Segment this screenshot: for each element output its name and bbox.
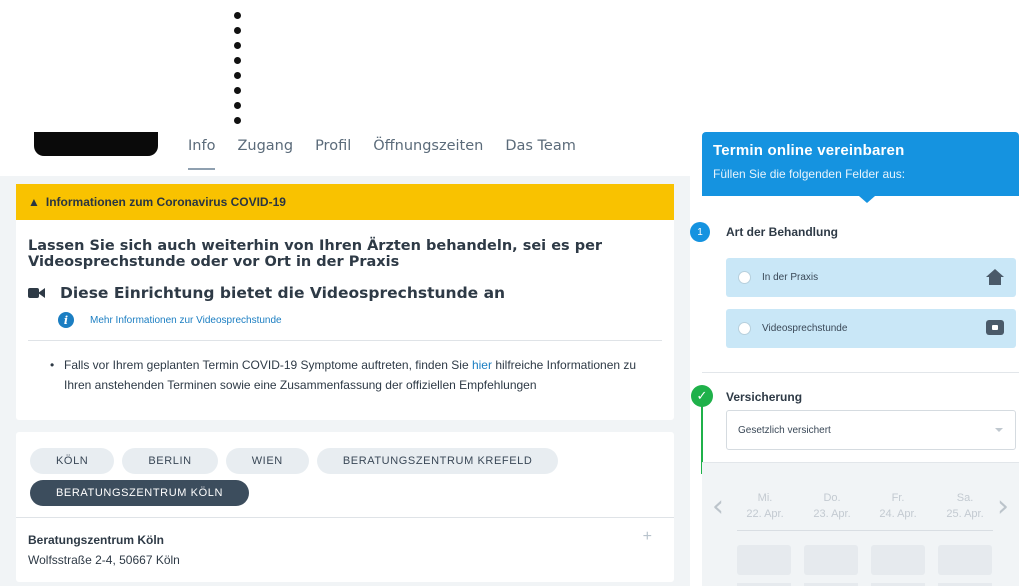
locations-card: KÖLN BERLIN WIEN BERATUNGSZENTRUM KREFEL… <box>16 432 674 582</box>
locations-divider <box>16 517 674 518</box>
tab-das-team[interactable]: Das Team <box>505 138 576 170</box>
covid-note-text-start: Falls vor Ihrem geplanten Termin COVID-1… <box>64 358 472 372</box>
day-name: Fr. <box>891 492 905 504</box>
covid-symptoms-note: Falls vor Ihrem geplanten Termin COVID-1… <box>50 355 654 395</box>
calendar-day: Do. 23. Apr. <box>804 490 860 522</box>
location-address: Wolfsstraße 2-4, 50667 Köln <box>28 553 180 567</box>
calendar-day: Mi. 22. Apr. <box>737 490 793 522</box>
time-slot[interactable] <box>737 545 791 575</box>
day-name: Mi. <box>757 492 773 504</box>
tab-oeffnungszeiten[interactable]: Öffnungszeiten <box>373 138 483 170</box>
tab-zugang[interactable]: Zugang <box>237 138 293 170</box>
location-chip-wien[interactable]: WIEN <box>225 448 309 474</box>
profile-tabs: Info Zugang Profil Öffnungszeiten Das Te… <box>188 138 576 170</box>
covid-help-link[interactable]: hier <box>472 358 492 372</box>
day-name: Do. <box>823 492 841 504</box>
day-date: 24. Apr. <box>879 508 917 520</box>
chevron-down-icon <box>995 428 1003 432</box>
covid-info-card: ▲ Informationen zum Coronavirus COVID-19… <box>16 184 674 420</box>
radio-button[interactable] <box>738 271 751 284</box>
covid-headline: Lassen Sie sich auch weiterhin von Ihren… <box>28 238 603 270</box>
location-chip-krefeld[interactable]: BERATUNGSZENTRUM KREFELD <box>316 448 559 474</box>
step-2-title: Versicherung <box>726 390 803 404</box>
tab-profil[interactable]: Profil <box>315 138 351 170</box>
location-chip-berlin[interactable]: BERLIN <box>122 448 218 474</box>
calendar-day: Fr. 24. Apr. <box>870 490 926 522</box>
option-videosprechstunde-label: Videosprechstunde <box>762 323 848 334</box>
day-date: 22. Apr. <box>746 508 784 520</box>
house-icon <box>986 269 1004 285</box>
option-videosprechstunde[interactable]: Videosprechstunde <box>726 309 1016 348</box>
booking-title: Termin online vereinbaren <box>713 142 905 159</box>
booking-subtitle: Füllen Sie die folgenden Felder aus: <box>713 167 906 181</box>
step-divider <box>702 372 1019 373</box>
time-slot[interactable] <box>938 545 992 575</box>
location-chip-beratungszentrum-koeln[interactable]: BERATUNGSZENTRUM KÖLN <box>30 480 250 506</box>
video-info-link[interactable]: i Mehr Informationen zur Videosprechstun… <box>58 312 674 328</box>
warning-icon: ▲ <box>28 195 40 209</box>
day-date: 25. Apr. <box>946 508 984 520</box>
video-icon <box>986 320 1004 335</box>
booking-header: Termin online vereinbaren Füllen Sie die… <box>702 132 1019 203</box>
covid-banner-text: Informationen zum Coronavirus COVID-19 <box>45 195 286 209</box>
header-pointer <box>859 196 875 203</box>
insurance-select-value: Gesetzlich versichert <box>738 424 831 436</box>
chevron-left-icon[interactable]: ‹ <box>712 489 724 524</box>
day-date: 23. Apr. <box>813 508 851 520</box>
step-1-title: Art der Behandlung <box>726 225 839 239</box>
time-slot[interactable] <box>804 545 858 575</box>
option-in-der-praxis[interactable]: In der Praxis <box>726 258 1016 297</box>
check-icon: ✓ <box>691 385 713 407</box>
calendar-header-line <box>737 530 993 531</box>
chevron-right-icon[interactable]: › <box>997 489 1009 524</box>
covid-banner: ▲ Informationen zum Coronavirus COVID-19 <box>16 184 674 220</box>
redacted-logo <box>34 132 158 156</box>
day-name: Sa. <box>956 492 974 504</box>
step-1-badge: 1 <box>690 222 710 242</box>
card-divider <box>28 340 662 341</box>
calendar-day: Sa. 25. Apr. <box>937 490 993 522</box>
radio-button[interactable] <box>738 322 751 335</box>
location-name: Beratungszentrum Köln <box>28 533 165 547</box>
tab-info[interactable]: Info <box>188 138 216 170</box>
option-in-der-praxis-label: In der Praxis <box>762 272 819 283</box>
time-slot[interactable] <box>871 545 925 575</box>
video-camera-icon <box>28 287 48 299</box>
video-consultation-title: Diese Einrichtung bietet die Videosprech… <box>60 284 506 302</box>
location-chips: KÖLN BERLIN WIEN BERATUNGSZENTRUM KREFEL… <box>30 448 590 506</box>
video-consultation-row: Diese Einrichtung bietet die Videosprech… <box>28 284 662 302</box>
insurance-select[interactable]: Gesetzlich versichert <box>726 410 1016 450</box>
location-chip-koeln[interactable]: KÖLN <box>30 448 115 474</box>
annotation-dotted-line <box>234 12 242 128</box>
expand-plus-icon[interactable]: + <box>643 528 652 546</box>
info-icon: i <box>58 312 74 328</box>
video-info-link-text[interactable]: Mehr Informationen zur Videosprechstunde <box>90 315 282 326</box>
